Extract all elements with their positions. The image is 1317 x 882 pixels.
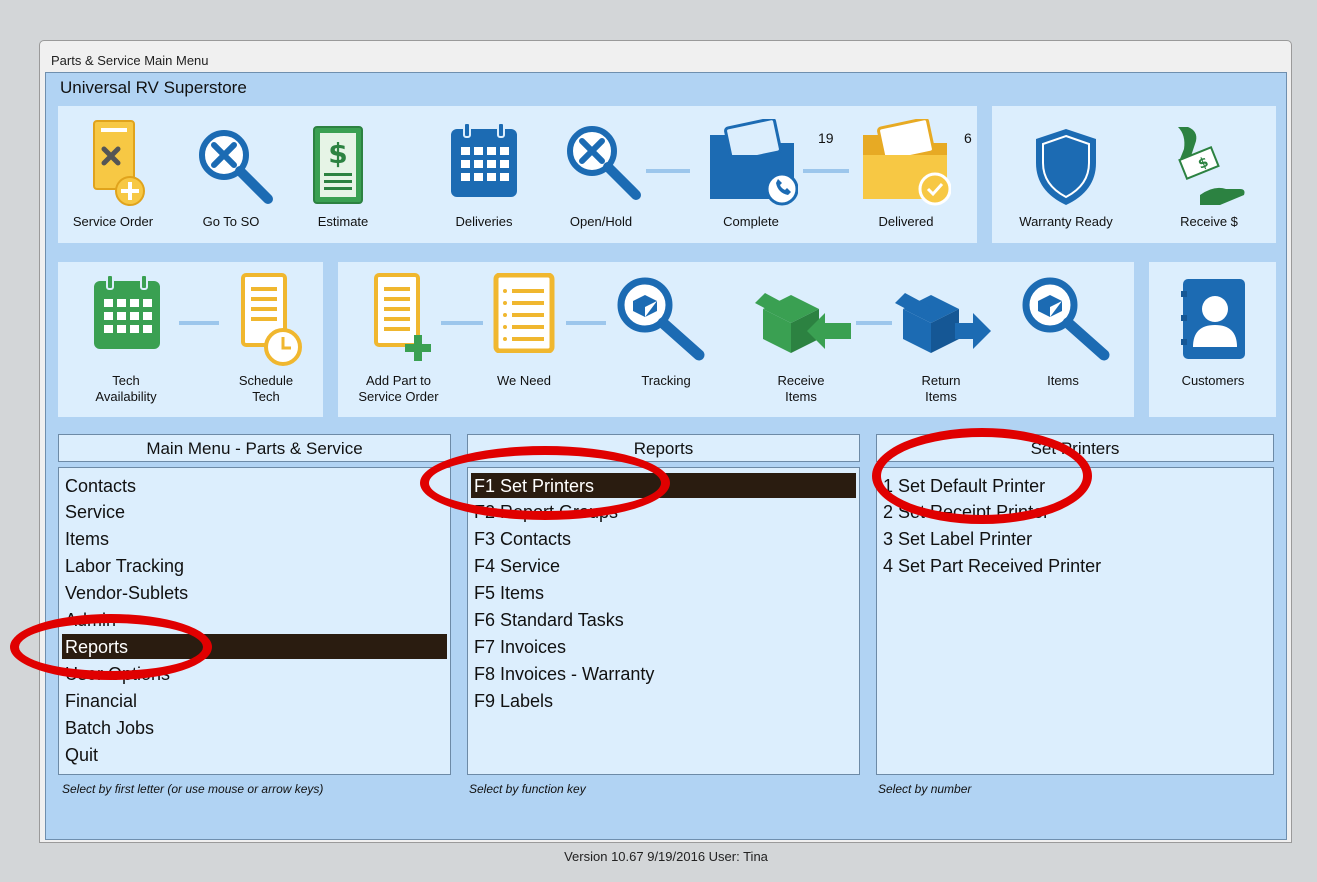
printers-menu-item[interactable]: 4 Set Part Received Printer xyxy=(880,553,1270,578)
printers-menu-hint: Select by number xyxy=(878,782,972,796)
add-part-button[interactable]: Add Part to Service Order xyxy=(346,269,451,414)
warranty-ready-button[interactable]: Warranty Ready xyxy=(1001,113,1131,238)
main-menu-item[interactable]: Quit xyxy=(62,742,447,767)
go-to-so-label: Go To SO xyxy=(202,214,260,229)
annotation-oval-set-printers xyxy=(420,446,670,520)
items-button[interactable]: Items xyxy=(1008,269,1118,414)
version-status: Version 10.67 9/19/2016 User: Tina xyxy=(564,849,768,864)
main-menu-item[interactable]: Vendor-Sublets xyxy=(62,580,447,605)
tech-availability-label-1: Tech xyxy=(112,373,140,388)
reports-menu-item[interactable]: F6 Standard Tasks xyxy=(471,607,856,632)
add-part-label-1: Add Part to xyxy=(365,373,432,388)
checklist-icon xyxy=(493,273,555,353)
deliveries-button[interactable]: Deliveries xyxy=(439,113,529,238)
receive-money-button[interactable]: $ Receive $ xyxy=(1154,113,1264,238)
main-menu-hint: Select by first letter (or use mouse or … xyxy=(62,782,324,796)
box-receive-icon xyxy=(755,293,851,353)
calendar-icon xyxy=(451,122,517,197)
shield-icon xyxy=(1036,129,1096,205)
main-menu-item[interactable]: Financial xyxy=(62,688,447,713)
delivered-button[interactable]: Delivered xyxy=(851,113,961,238)
service-order-label: Service Order xyxy=(72,214,154,229)
receive-items-button[interactable]: Receive Items xyxy=(751,269,851,414)
complete-label: Complete xyxy=(723,214,779,229)
estimate-button[interactable]: $ Estimate xyxy=(298,113,388,238)
go-to-so-button[interactable]: Go To SO xyxy=(176,113,286,238)
delivered-label: Delivered xyxy=(878,214,934,229)
deliveries-label: Deliveries xyxy=(455,214,513,229)
magnifier-box-icon xyxy=(617,277,705,361)
service-order-button[interactable]: Service Order xyxy=(68,113,158,238)
warranty-ready-label: Warranty Ready xyxy=(1019,214,1113,229)
main-menu-item[interactable]: Batch Jobs xyxy=(62,715,447,740)
add-part-label-2: Service Order xyxy=(358,389,439,404)
reports-menu-item[interactable]: F3 Contacts xyxy=(471,526,856,551)
reports-menu-item[interactable]: F7 Invoices xyxy=(471,634,856,659)
main-menu-item[interactable]: Contacts xyxy=(62,473,447,498)
box-return-icon xyxy=(895,293,991,353)
main-menu-item[interactable]: Service xyxy=(62,499,447,524)
tracking-label: Tracking xyxy=(641,373,691,388)
tech-availability-label-2: Availability xyxy=(95,389,157,404)
main-menu-item[interactable]: Items xyxy=(62,526,447,551)
add-part-icon xyxy=(374,273,431,361)
window-title: Parts & Service Main Menu xyxy=(51,53,209,68)
window-client-area: Universal RV Superstore Service Order Go… xyxy=(45,72,1287,864)
main-window: Parts & Service Main Menu Universal RV S… xyxy=(39,40,1292,864)
we-need-button[interactable]: We Need xyxy=(474,269,574,414)
annotation-oval-reports xyxy=(10,614,212,680)
items-label: Items xyxy=(1047,373,1079,388)
schedule-clock-icon xyxy=(241,273,302,366)
main-menu-header: Main Menu - Parts & Service xyxy=(58,434,451,462)
receive-items-label-2: Items xyxy=(785,389,817,404)
reports-menu-hint: Select by function key xyxy=(469,782,586,796)
main-menu-item[interactable]: Labor Tracking xyxy=(62,553,447,578)
receive-items-label-1: Receive xyxy=(777,373,825,388)
magnifier-tools-icon xyxy=(199,130,273,204)
svg-text:$: $ xyxy=(328,137,347,170)
folder-phone-icon xyxy=(710,119,798,206)
company-name: Universal RV Superstore xyxy=(60,78,247,97)
folder-check-icon xyxy=(863,119,951,206)
schedule-tech-button[interactable]: Schedule Tech xyxy=(221,269,311,414)
connector xyxy=(179,321,219,325)
hand-money-icon: $ xyxy=(1178,127,1245,205)
reports-menu-item[interactable]: F5 Items xyxy=(471,580,856,605)
complete-count-badge: 19 xyxy=(818,130,834,146)
return-items-button[interactable]: Return Items xyxy=(891,269,991,414)
tracking-button[interactable]: Tracking xyxy=(611,269,721,414)
reports-menu-item[interactable]: F9 Labels xyxy=(471,688,856,713)
printers-menu-item[interactable]: 3 Set Label Printer xyxy=(880,526,1270,551)
magnifier-tools-icon xyxy=(567,126,641,200)
connector xyxy=(803,169,849,173)
schedule-tech-label-1: Schedule xyxy=(238,373,294,388)
magnifier-box-icon xyxy=(1022,277,1110,361)
estimate-label: Estimate xyxy=(317,214,369,229)
calendar-icon xyxy=(94,274,160,349)
we-need-label: We Need xyxy=(497,373,551,388)
customers-label: Customers xyxy=(1181,373,1245,388)
schedule-tech-label-2: Tech xyxy=(252,389,280,404)
customers-button[interactable]: Customers xyxy=(1154,269,1272,414)
open-hold-label: Open/Hold xyxy=(569,214,633,229)
return-items-label-1: Return xyxy=(921,373,961,388)
annotation-oval-default-printer xyxy=(872,428,1092,524)
connector xyxy=(856,321,892,325)
address-book-icon xyxy=(1181,279,1245,359)
complete-button[interactable]: Complete xyxy=(696,113,806,238)
receive-money-label: Receive $ xyxy=(1180,214,1238,229)
delivered-count-badge: 6 xyxy=(964,130,972,146)
service-order-icon xyxy=(93,120,145,206)
estimate-icon: $ xyxy=(313,126,363,204)
open-hold-button[interactable]: Open/Hold xyxy=(546,113,656,238)
tech-availability-button[interactable]: Tech Availability xyxy=(76,269,176,414)
reports-menu-item[interactable]: F8 Invoices - Warranty xyxy=(471,661,856,686)
return-items-label-2: Items xyxy=(925,389,957,404)
reports-menu-item[interactable]: F4 Service xyxy=(471,553,856,578)
